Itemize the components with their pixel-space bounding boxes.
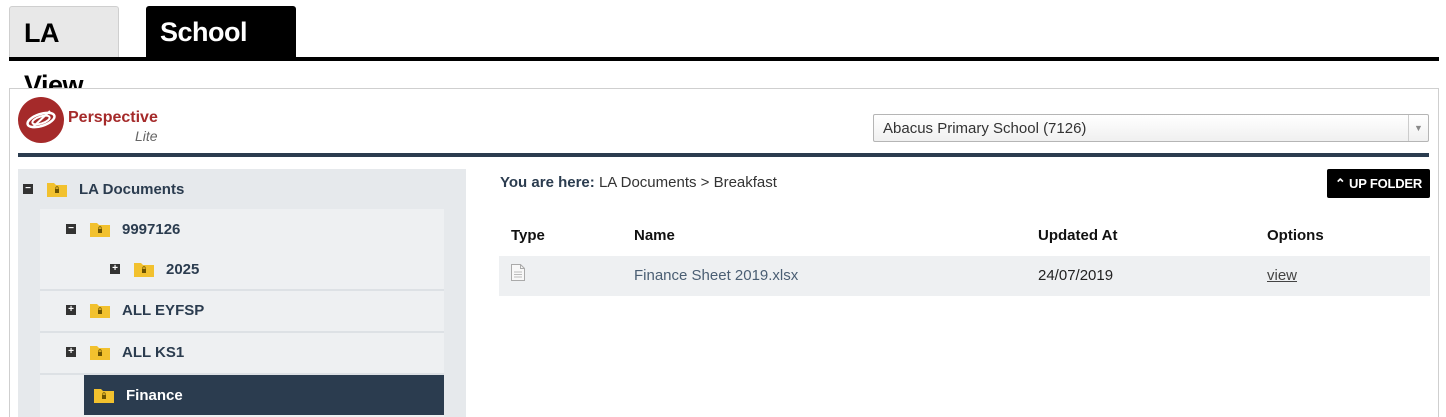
school-select-value: Abacus Primary School (7126)	[883, 120, 1087, 137]
folder-lock-icon	[134, 261, 154, 277]
expand-icon[interactable]: +	[66, 305, 76, 315]
tree-item-finance[interactable]: Finance	[84, 375, 444, 415]
breadcrumb: You are here: LA Documents > Breakfast	[500, 174, 777, 191]
file-updated-at: 24/07/2019	[1038, 267, 1114, 284]
folder-tree: − LA Documents − 9997126 + 2025 + ALL EY…	[18, 169, 466, 417]
tree-item-label: ALL KS1	[122, 343, 185, 361]
folder-lock-icon	[90, 221, 110, 237]
logo-subtitle: Lite	[135, 128, 158, 144]
tree-item-label: Finance	[126, 386, 183, 404]
collapse-icon[interactable]: −	[66, 224, 76, 234]
chevron-up-icon: ⌃	[1334, 176, 1346, 191]
chevron-down-icon: ▼	[1408, 115, 1428, 141]
folder-lock-icon	[94, 387, 114, 403]
logo-title: Perspective	[68, 109, 158, 126]
perspective-logo: Perspective Lite	[18, 97, 168, 147]
tab-la-view[interactable]: LA View	[9, 6, 119, 100]
collapse-icon[interactable]: −	[23, 184, 33, 194]
perspective-logo-icon	[18, 97, 64, 143]
expand-icon[interactable]: +	[110, 264, 120, 274]
file-name-link[interactable]: Finance Sheet 2019.xlsx	[634, 267, 798, 284]
main-panel: Perspective Lite Abacus Primary School (…	[9, 88, 1439, 417]
column-header-type: Type	[511, 227, 545, 244]
school-select[interactable]: Abacus Primary School (7126) ▼	[873, 114, 1429, 142]
panel-divider	[18, 153, 1429, 157]
tree-item-2025[interactable]: + 2025	[110, 249, 444, 289]
up-folder-button[interactable]: ⌃ UP FOLDER	[1327, 169, 1430, 198]
column-header-updated: Updated At	[1038, 227, 1118, 244]
column-header-options: Options	[1267, 227, 1324, 244]
breadcrumb-path: LA Documents > Breakfast	[598, 174, 777, 191]
tree-item-label: 9997126	[122, 220, 181, 238]
view-tabs: LA View School View	[9, 6, 1439, 100]
folder-lock-icon	[47, 181, 67, 197]
up-folder-label: UP FOLDER	[1349, 176, 1423, 191]
tree-item-label: ALL EYFSP	[122, 301, 205, 319]
column-header-name: Name	[634, 227, 675, 244]
folder-lock-icon	[90, 344, 110, 360]
tree-item-all-eyfsp[interactable]: + ALL EYFSP	[66, 290, 444, 330]
view-link[interactable]: view	[1267, 267, 1297, 284]
expand-icon[interactable]: +	[66, 347, 76, 357]
tree-item-label: 2025	[166, 260, 200, 278]
file-icon	[511, 264, 525, 281]
tree-item-all-ks1[interactable]: + ALL KS1	[66, 332, 444, 372]
folder-lock-icon	[90, 302, 110, 318]
breadcrumb-prefix: You are here:	[500, 174, 595, 191]
tabs-underline	[9, 57, 1439, 61]
tree-item-label: LA Documents	[79, 180, 185, 198]
table-row: Finance Sheet 2019.xlsx 24/07/2019 view	[499, 256, 1430, 296]
tree-item-9997126[interactable]: − 9997126	[66, 209, 444, 249]
tab-school-view[interactable]: School View	[146, 6, 296, 99]
tree-item-la-documents[interactable]: − LA Documents	[23, 169, 466, 209]
